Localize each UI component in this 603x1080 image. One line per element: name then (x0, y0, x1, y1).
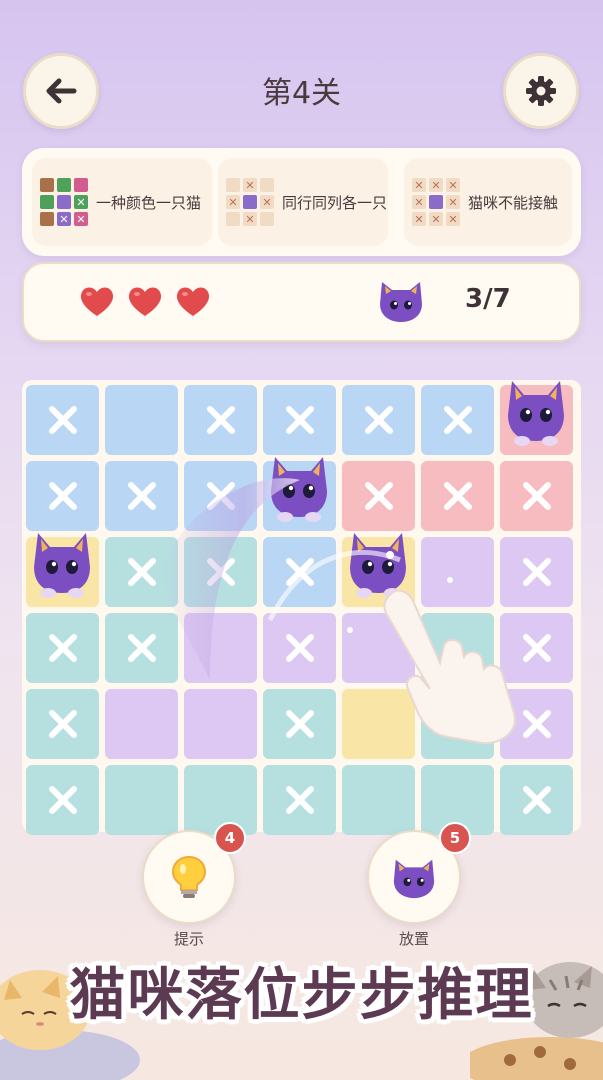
board-cell[interactable] (184, 537, 257, 607)
cross-mark-icon (285, 786, 314, 814)
rule-label: 一种颜色一只猫 (96, 193, 202, 212)
cross-mark-icon (127, 558, 156, 586)
cross-mark-icon (285, 406, 314, 434)
cross-mark-icon (127, 634, 156, 662)
cross-mark-icon (443, 406, 472, 434)
cross-mark-icon (522, 482, 551, 510)
cross-mark-icon (364, 482, 393, 510)
cat-face-icon (380, 282, 422, 322)
board-cell[interactable] (105, 689, 178, 759)
lightbulb-icon (171, 855, 207, 898)
cross-mark-icon (522, 786, 551, 814)
pointing-hand-icon (383, 589, 516, 745)
board-cell[interactable] (263, 457, 336, 531)
board-cell[interactable] (184, 613, 257, 683)
board-cell[interactable] (500, 381, 573, 455)
rule-label: 猫咪不能接触 (468, 193, 559, 212)
arrow-left-icon (46, 78, 77, 104)
hint-label: 提示 (173, 930, 204, 948)
no-touch-grid-icon: ✕ ✕ ✕ ✕ ✕ ✕ ✕ ✕ (412, 178, 460, 226)
board-cell[interactable] (342, 385, 415, 455)
cat-piece-icon (30, 527, 94, 603)
board-cell[interactable] (105, 613, 178, 683)
board-cell[interactable] (105, 537, 178, 607)
heart-icon (128, 287, 162, 316)
rule-no-touch: ✕ ✕ ✕ ✕ ✕ ✕ ✕ ✕ 猫咪不能接触 (404, 158, 572, 246)
heart-icon (80, 287, 114, 316)
board-cell[interactable] (263, 613, 336, 683)
cross-mark-icon (48, 710, 77, 738)
row-column-grid-icon: ✕ ✕ ✕ ✕ (226, 178, 274, 226)
cross-mark-icon (127, 482, 156, 510)
board-cell[interactable] (105, 461, 178, 531)
board-cell[interactable] (105, 385, 178, 455)
cat-piece-icon (504, 375, 568, 451)
cross-mark-icon (48, 482, 77, 510)
cross-mark-icon (48, 406, 77, 434)
heart-icon (176, 287, 210, 316)
board-cell[interactable] (263, 385, 336, 455)
rule-one-color: ✕ ✕ ✕ 一种颜色一只猫 (32, 158, 212, 246)
board-cell[interactable] (26, 765, 99, 835)
cross-mark-icon (443, 482, 472, 510)
board-cell[interactable] (342, 765, 415, 835)
cross-mark-icon (522, 558, 551, 586)
board-cell[interactable] (421, 385, 494, 455)
place-label: 放置 (398, 930, 429, 948)
board-cell[interactable] (263, 765, 336, 835)
board-cell[interactable] (105, 765, 178, 835)
place-count-badge: 5 (439, 822, 471, 854)
board-cell[interactable] (184, 461, 257, 531)
cat-piece-icon (267, 451, 331, 527)
board-cell[interactable] (26, 461, 99, 531)
cross-mark-icon (48, 634, 77, 662)
rule-row-column: ✕ ✕ ✕ ✕ 同行同列各一只 (218, 158, 388, 246)
cross-mark-icon (48, 786, 77, 814)
rule-label: 同行同列各一只 (282, 193, 388, 212)
settings-button[interactable] (503, 53, 579, 129)
cross-mark-icon (364, 406, 393, 434)
level-title: 第4关 (261, 76, 342, 111)
back-button[interactable] (23, 53, 99, 129)
cat-face-icon (393, 859, 435, 899)
board-cell[interactable] (26, 689, 99, 759)
cross-mark-icon (285, 558, 314, 586)
cross-mark-icon (206, 482, 235, 510)
board-cell[interactable] (500, 461, 573, 531)
board-cell[interactable] (421, 461, 494, 531)
board-cell[interactable] (263, 537, 336, 607)
board-cell[interactable] (26, 613, 99, 683)
cross-mark-icon (206, 406, 235, 434)
cross-mark-icon (206, 558, 235, 586)
cross-mark-icon (285, 710, 314, 738)
board-cell[interactable] (26, 385, 99, 455)
board-cell[interactable] (500, 765, 573, 835)
color-grid-icon: ✕ ✕ ✕ (40, 178, 88, 226)
promo-banner-text: 猫咪落位步步推理 (69, 963, 534, 1028)
board-cell[interactable] (26, 533, 99, 607)
rules-card: ✕ ✕ ✕ 一种颜色一只猫 ✕ ✕ ✕ ✕ 同行同列各一只 ✕ ✕ ✕ ✕ ✕ ✕ ✕ ✕ 猫… (22, 148, 581, 256)
board-cell[interactable] (342, 461, 415, 531)
board-cell[interactable] (263, 689, 336, 759)
cross-mark-icon (285, 634, 314, 662)
gear-icon (526, 76, 556, 106)
board-cell[interactable] (184, 385, 257, 455)
hint-count-badge: 4 (214, 822, 246, 854)
progress-counter: 3/7 (465, 284, 511, 314)
board-cell[interactable] (184, 689, 257, 759)
